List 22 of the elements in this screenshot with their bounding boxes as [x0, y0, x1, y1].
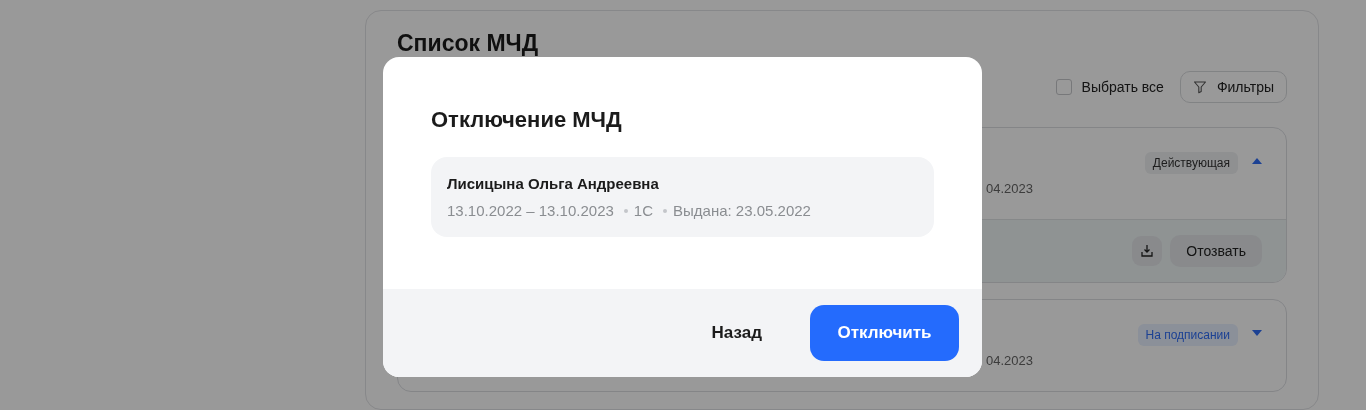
status-badge: На подписании	[1137, 324, 1238, 346]
date-text: 04.2023	[986, 353, 1033, 368]
filter-button[interactable]: Фильтры	[1179, 71, 1287, 103]
date-text: 04.2023	[986, 181, 1033, 196]
download-icon	[1140, 244, 1155, 258]
select-all-checkbox[interactable]: Выбрать все	[1055, 79, 1164, 95]
issue-date: Выдана: 23.05.2022	[673, 202, 811, 219]
status-badge: Действующая	[1144, 152, 1238, 174]
download-button[interactable]	[1132, 236, 1163, 266]
system-name: 1С	[633, 202, 653, 219]
list-title: Список МЧД	[397, 29, 539, 57]
confirm-button[interactable]: Отключить	[810, 305, 959, 361]
back-button[interactable]: Назад	[687, 311, 786, 355]
dialog-title: Отключение МЧД	[431, 106, 623, 134]
expand-caret-icon[interactable]	[1252, 330, 1262, 336]
separator-dot	[663, 208, 667, 213]
separator-dot	[623, 208, 628, 213]
revoke-button[interactable]: Отозвать	[1170, 235, 1262, 267]
person-name: Лисицына Ольга Андреевна	[447, 175, 660, 192]
filter-icon	[1192, 80, 1207, 94]
validity-period: 13.10.2022 – 13.10.2023	[447, 202, 614, 219]
collapse-caret-icon[interactable]	[1252, 158, 1262, 164]
